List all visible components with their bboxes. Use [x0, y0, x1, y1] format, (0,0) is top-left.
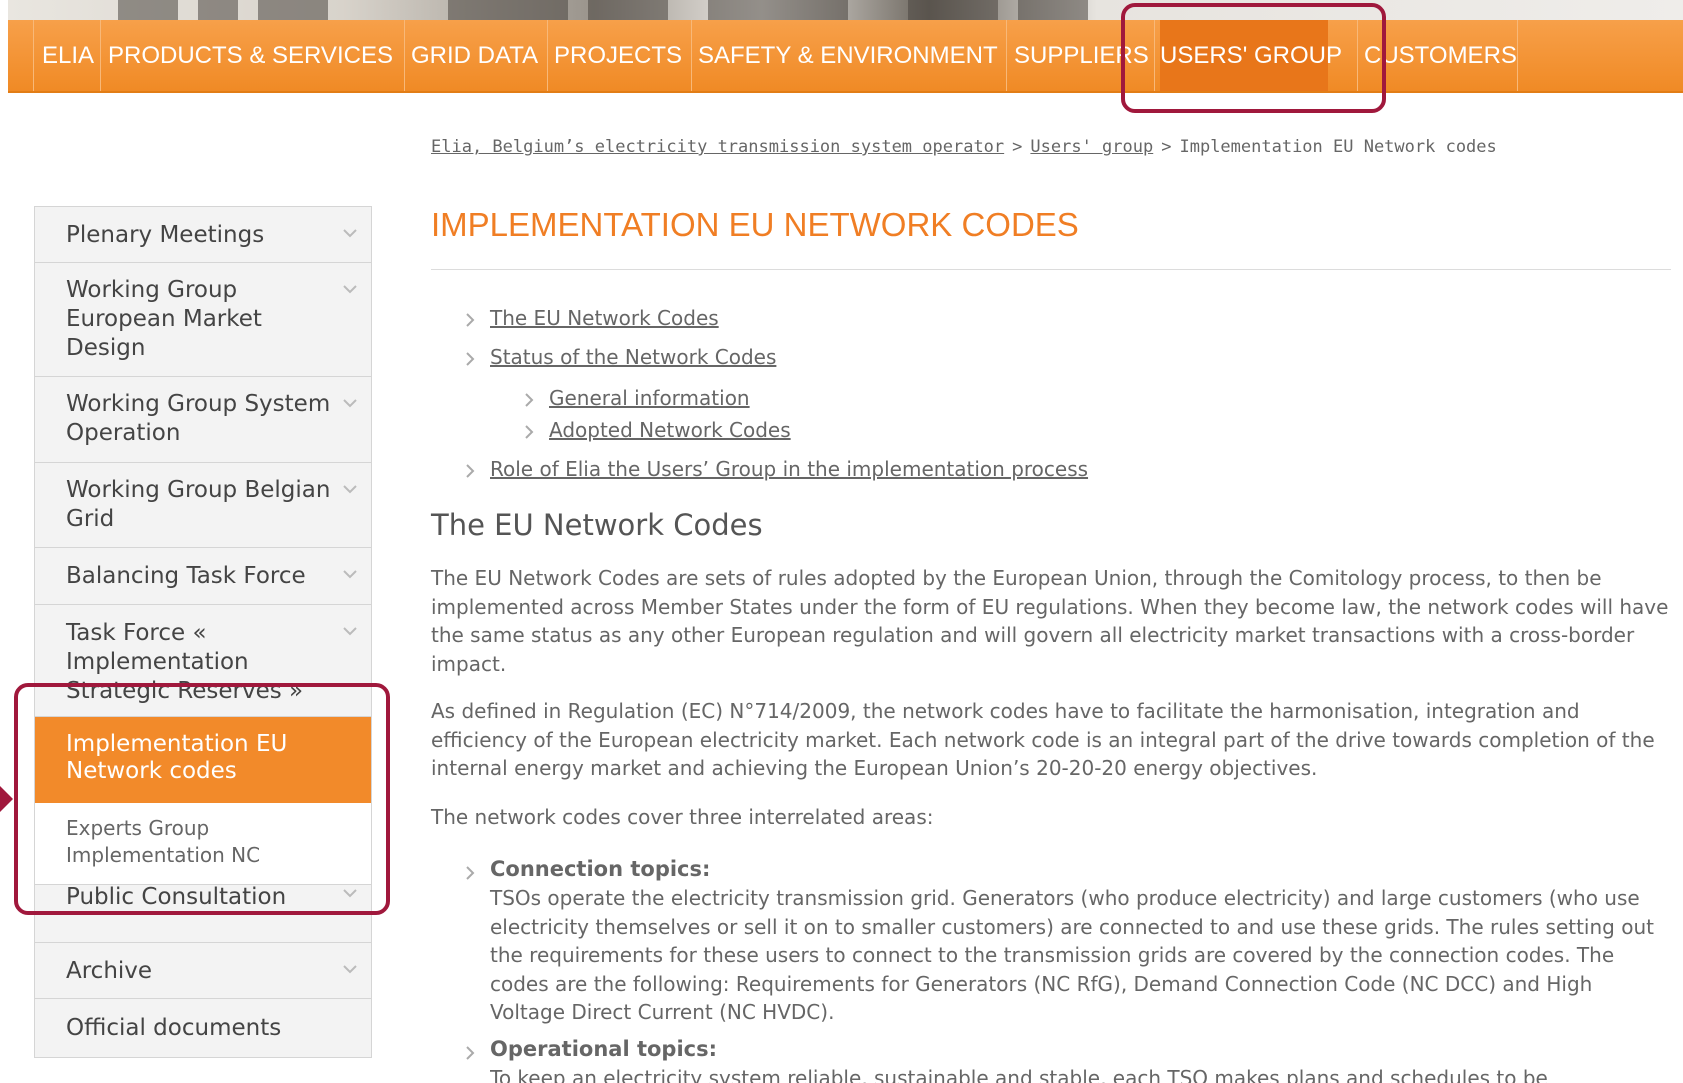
sidebar-item-wg-system-operation[interactable]: Working Group System Operation [35, 377, 371, 463]
main-navigation: ELIA PRODUCTS & SERVICES GRID DATA PROJE… [8, 20, 1683, 93]
sidebar-item-plenary-meetings[interactable]: Plenary Meetings [35, 207, 371, 263]
paragraph-intro: The EU Network Codes are sets of rules a… [431, 566, 1669, 676]
breadcrumb-separator: > [1161, 137, 1172, 157]
chevron-down-icon [343, 627, 357, 636]
sidebar-item-wg-belgian-grid[interactable]: Working Group Belgian Grid [35, 463, 371, 548]
sidebar-item-wg-european-market-design[interactable]: Working Group European Market Design [35, 263, 371, 377]
paragraph-regulation: As defined in Regulation (EC) N°714/2009… [431, 699, 1655, 780]
toc-link-adopted-network-codes[interactable]: Adopted Network Codes [549, 418, 791, 442]
toc-link-eu-network-codes[interactable]: The EU Network Codes [490, 306, 719, 330]
chevron-down-icon [343, 570, 357, 579]
chevron-down-icon [343, 285, 357, 294]
topic-operational-body: To keep an electricity system reliable, … [490, 1066, 1548, 1083]
sidebar-item-label: Working Group European Market Design [66, 277, 262, 361]
chevron-right-icon [466, 464, 475, 478]
section-heading: The EU Network Codes [431, 508, 763, 542]
sidebar-item-label: Plenary Meetings [66, 222, 265, 248]
chevron-down-icon [343, 229, 357, 238]
highlight-implementation-eu-network-codes [14, 683, 390, 915]
topic-connection-title: Connection topics: [490, 857, 711, 881]
breadcrumb-current: Implementation EU Network codes [1179, 137, 1497, 157]
nav-item-safety-environment[interactable]: SAFETY & ENVIRONMENT [698, 20, 998, 91]
highlight-users-group [1121, 3, 1386, 113]
nav-item-products-services[interactable]: PRODUCTS & SERVICES [108, 20, 393, 91]
breadcrumb-separator: > [1012, 137, 1023, 157]
nav-item-customers[interactable]: CUSTOMERS [1364, 20, 1517, 91]
topic-operational-title: Operational topics: [490, 1037, 717, 1061]
chevron-right-icon [525, 425, 534, 439]
sidebar-item-label: Balancing Task Force [66, 563, 306, 589]
page-title: IMPLEMENTATION EU NETWORK CODES [431, 206, 1079, 243]
sidebar-item-balancing-task-force[interactable]: Balancing Task Force [35, 548, 371, 605]
chevron-right-icon [466, 866, 475, 880]
breadcrumb-link-home[interactable]: Elia, Belgium’s electricity transmission… [431, 137, 1004, 157]
header-banner-image [8, 0, 1683, 20]
pointer-arrow [0, 786, 13, 812]
nav-item-elia[interactable]: ELIA [42, 20, 94, 91]
toc-link-role-of-elia[interactable]: Role of Elia the Users’ Group in the imp… [490, 457, 1088, 481]
chevron-right-icon [466, 352, 475, 366]
toc-link-status-network-codes[interactable]: Status of the Network Codes [490, 345, 776, 369]
sidebar-item-label: Official documents [66, 1015, 282, 1041]
chevron-right-icon [525, 393, 534, 407]
sidebar-item-archive[interactable]: Archive [35, 943, 371, 999]
sidebar-item-official-documents[interactable]: Official documents [35, 999, 371, 1057]
sidebar-item-label: Working Group System Operation [66, 391, 331, 446]
sidebar-item-label: Archive [66, 958, 153, 984]
breadcrumb-link-users-group[interactable]: Users' group [1030, 137, 1153, 157]
chevron-down-icon [343, 399, 357, 408]
nav-item-projects[interactable]: PROJECTS [554, 20, 682, 91]
chevron-down-icon [343, 965, 357, 974]
topic-connection-body: TSOs operate the electricity transmissio… [490, 886, 1654, 1024]
sidebar-menu: Plenary Meetings Working Group European … [34, 206, 372, 1058]
paragraph-areas: The network codes cover three interrelat… [431, 805, 934, 829]
breadcrumb: Elia, Belgium’s electricity transmission… [431, 137, 1497, 157]
toc-link-general-information[interactable]: General information [549, 386, 750, 410]
chevron-down-icon [343, 485, 357, 494]
chevron-right-icon [466, 313, 475, 327]
chevron-right-icon [466, 1046, 475, 1060]
nav-item-grid-data[interactable]: GRID DATA [411, 20, 538, 91]
sidebar-item-label: Working Group Belgian Grid [66, 477, 331, 532]
title-divider [431, 269, 1671, 270]
